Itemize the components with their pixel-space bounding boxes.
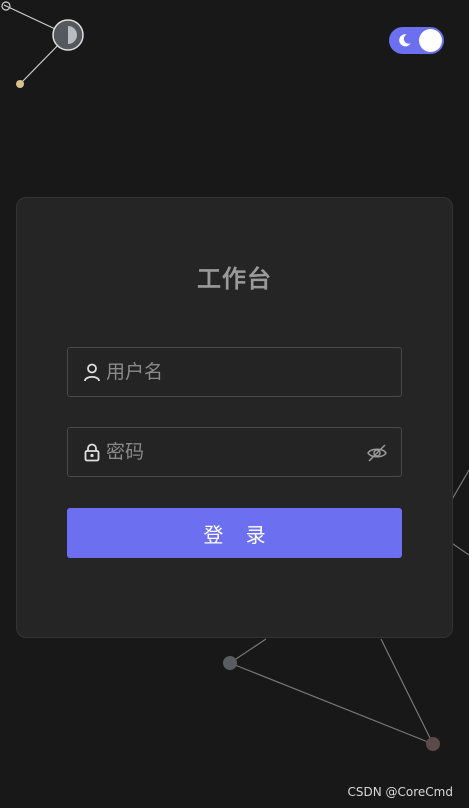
- user-icon: [84, 363, 100, 382]
- password-input[interactable]: [106, 428, 356, 476]
- toggle-knob: [419, 29, 442, 52]
- username-field[interactable]: [67, 347, 402, 397]
- login-page: 工作台 登 录 CSDN @CoreCmd: [0, 0, 469, 808]
- login-card: 工作台 登 录: [16, 197, 453, 638]
- login-title: 工作台: [197, 265, 272, 293]
- lock-icon: [84, 443, 100, 462]
- login-button[interactable]: 登 录: [67, 508, 402, 558]
- theme-toggle-switch[interactable]: [389, 27, 444, 54]
- eye-off-icon[interactable]: [366, 442, 388, 464]
- username-input[interactable]: [106, 348, 356, 396]
- password-field[interactable]: [67, 427, 402, 477]
- watermark: CSDN @CoreCmd: [347, 785, 454, 799]
- moon-icon: [399, 34, 411, 47]
